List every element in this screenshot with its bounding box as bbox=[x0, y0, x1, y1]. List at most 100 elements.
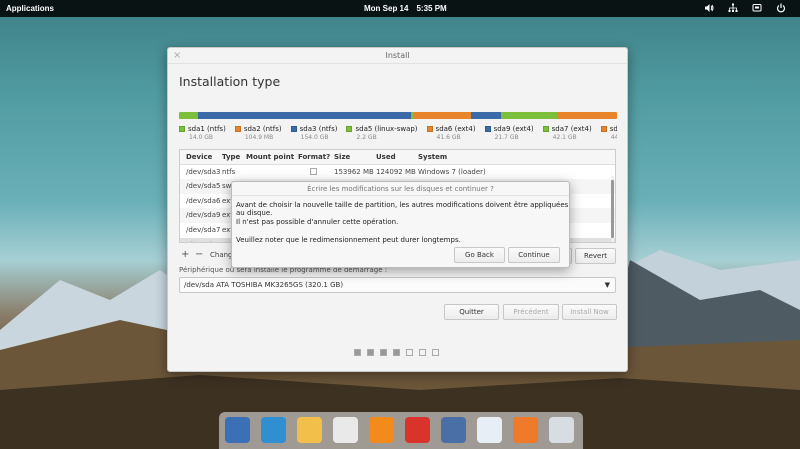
mail-icon[interactable] bbox=[297, 417, 322, 443]
multitasking-view-icon[interactable] bbox=[225, 417, 250, 443]
header-used[interactable]: Used bbox=[374, 150, 416, 164]
clock[interactable]: Mon Sep 14 5:35 PM bbox=[364, 4, 447, 13]
cell-device: /dev/sda5 bbox=[186, 182, 221, 191]
top-panel: Applications Mon Sep 14 5:35 PM bbox=[0, 0, 800, 17]
legend-item: sda2 (ntfs) 104.9 MB bbox=[234, 124, 282, 140]
page-title: Installation type bbox=[179, 74, 281, 89]
go-back-button[interactable]: Go Back bbox=[454, 247, 505, 263]
legend-label: sda9 (ext4) bbox=[493, 125, 534, 133]
legend-label: sda3 (ntfs) bbox=[299, 125, 338, 133]
legend-size: 41.6 GB bbox=[436, 134, 461, 140]
quit-button[interactable]: Quitter bbox=[444, 304, 499, 320]
legend-swatch bbox=[179, 126, 185, 132]
partition-bar-segment bbox=[500, 112, 559, 119]
dialog-message-2: Il n'est pas possible d'annuler cette op… bbox=[236, 218, 399, 226]
add-partition-button[interactable]: + bbox=[181, 249, 189, 260]
clock-date: Mon Sep 14 bbox=[364, 4, 409, 13]
legend-swatch bbox=[484, 126, 491, 132]
format-checkbox[interactable] bbox=[310, 167, 317, 175]
progress-dots bbox=[354, 349, 439, 356]
legend-size: 21.7 GB bbox=[494, 134, 519, 140]
legend-label: sda7 (ext4) bbox=[551, 125, 592, 133]
table-row[interactable]: /dev/sda3 ntfs 153962 MB 124092 MB Windows 7… bbox=[180, 165, 615, 180]
header-type[interactable]: Type bbox=[220, 150, 244, 164]
legend-size: 2.2 GB bbox=[356, 134, 377, 140]
legend-item: sda9 (ext4) 21.7 GB bbox=[484, 124, 534, 140]
legend-swatch bbox=[346, 126, 353, 132]
close-icon[interactable]: × bbox=[173, 50, 181, 61]
legend-swatch bbox=[600, 126, 607, 132]
cell-device: /dev/sda7 bbox=[186, 225, 221, 234]
legend-label: sd bbox=[609, 125, 617, 133]
legend-swatch bbox=[426, 126, 433, 132]
cell-format bbox=[296, 165, 332, 180]
table-header: Device Type Mount point Format? Size Use… bbox=[180, 150, 615, 165]
legend-item: sda7 (ext4) 42.1 GB bbox=[542, 124, 592, 140]
legend-label: sda1 (ntfs) bbox=[188, 125, 226, 133]
back-button[interactable]: Précédent bbox=[503, 304, 559, 320]
window-title: Install bbox=[385, 51, 410, 60]
table-scrollbar-thumb[interactable] bbox=[611, 180, 614, 238]
header-device[interactable]: Device bbox=[180, 150, 220, 164]
remove-partition-button[interactable]: − bbox=[195, 249, 203, 260]
change-partition-button[interactable]: Chang bbox=[210, 251, 233, 259]
partition-usage-bar bbox=[179, 112, 617, 119]
legend-swatch bbox=[542, 126, 549, 132]
web-browser-icon[interactable] bbox=[261, 417, 286, 443]
system-tray bbox=[704, 3, 786, 13]
continue-button[interactable]: Continue bbox=[508, 247, 560, 263]
legend-label: sda2 (ntfs) bbox=[243, 125, 282, 133]
install-now-button[interactable]: Install Now bbox=[562, 304, 617, 320]
boot-device-value: /dev/sda ATA TOSHIBA MK3265GS (320.1 GB) bbox=[184, 281, 344, 289]
progress-step bbox=[367, 349, 374, 356]
legend-swatch bbox=[290, 126, 297, 132]
window-titlebar[interactable]: × Install bbox=[168, 48, 627, 64]
notifications-icon[interactable] bbox=[752, 3, 762, 13]
partition-legend: sda1 (ntfs) 14.0 GB sda2 (ntfs) 104.9 MB sda… bbox=[179, 124, 617, 140]
revert-button[interactable]: Revert bbox=[575, 248, 616, 264]
partition-bar-segment bbox=[200, 112, 412, 119]
progress-step bbox=[380, 349, 387, 356]
volume-icon[interactable] bbox=[704, 3, 714, 13]
legend-size: 44 bbox=[610, 134, 617, 140]
power-icon[interactable] bbox=[776, 3, 786, 13]
cell-device: /dev/sda6 bbox=[186, 196, 221, 205]
calendar-icon[interactable] bbox=[333, 417, 358, 443]
partition-bar-segment bbox=[414, 112, 472, 119]
legend-item: sda6 (ext4) 41.6 GB bbox=[426, 124, 476, 140]
network-icon[interactable] bbox=[728, 3, 738, 13]
progress-step bbox=[354, 349, 361, 356]
partition-bar-segment bbox=[179, 112, 199, 119]
appcenter-icon[interactable] bbox=[513, 417, 538, 443]
cell-mount bbox=[244, 165, 296, 180]
settings-toggle-icon[interactable] bbox=[477, 417, 502, 443]
legend-size: 14.0 GB bbox=[189, 134, 214, 140]
music-icon[interactable] bbox=[369, 417, 394, 443]
header-size[interactable]: Size bbox=[332, 150, 374, 164]
header-mount-point[interactable]: Mount point bbox=[244, 150, 296, 164]
dialog-message-1: Avant de choisir la nouvelle taille de p… bbox=[236, 201, 569, 217]
header-system[interactable]: System bbox=[416, 150, 615, 164]
cell-device: /dev/sda8 bbox=[180, 238, 220, 242]
cell-used: 124092 MB bbox=[376, 167, 416, 176]
applications-menu[interactable]: Applications bbox=[6, 4, 54, 13]
dialog-message-3: Veuillez noter que le redimensionnement … bbox=[236, 236, 461, 244]
dialog-title: Écrire les modifications sur les disques… bbox=[232, 182, 569, 196]
boot-device-select[interactable]: /dev/sda ATA TOSHIBA MK3265GS (320.1 GB)… bbox=[179, 277, 616, 293]
installer-disc-icon[interactable] bbox=[549, 417, 574, 443]
photos-icon[interactable] bbox=[441, 417, 466, 443]
progress-step bbox=[393, 349, 400, 356]
cell-system: Windows 7 (loader) bbox=[418, 167, 486, 176]
legend-item: sda3 (ntfs) 154.0 GB bbox=[290, 124, 338, 140]
legend-swatch bbox=[234, 126, 241, 132]
legend-label: sda5 (linux-swap) bbox=[355, 125, 418, 133]
legend-size: 154.0 GB bbox=[300, 134, 329, 140]
cell-device: /dev/sda3 bbox=[186, 167, 221, 176]
header-format[interactable]: Format? bbox=[296, 150, 332, 164]
clock-time: 5:35 PM bbox=[416, 4, 447, 13]
videos-icon[interactable] bbox=[405, 417, 430, 443]
dock bbox=[219, 412, 583, 449]
cell-type: ntfs bbox=[222, 167, 236, 176]
legend-item: sd 44 bbox=[600, 124, 617, 140]
partition-bar-segment bbox=[471, 112, 501, 119]
